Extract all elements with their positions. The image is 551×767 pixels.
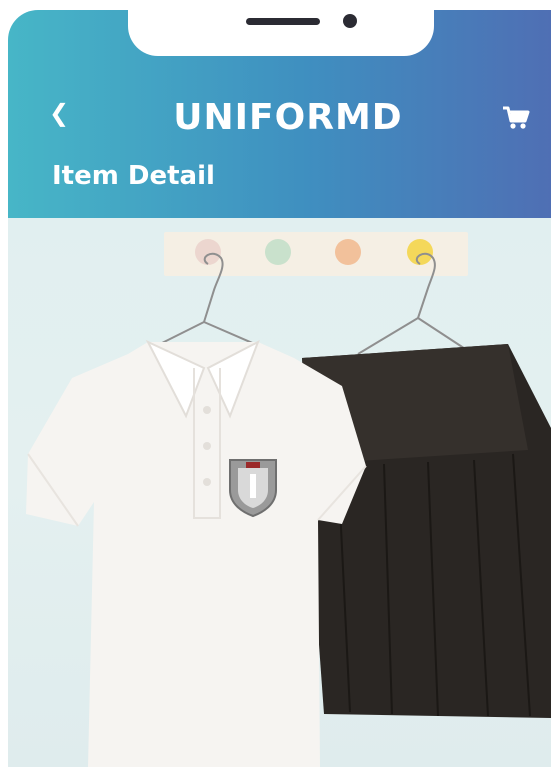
uniform-photo-illustration xyxy=(26,232,551,767)
phone-screen: ❮ UNIFORMD Item Detail xyxy=(0,0,551,767)
page-title: Item Detail xyxy=(52,161,215,191)
school-crest-emblem xyxy=(229,459,277,518)
app-title: UNIFORMD xyxy=(173,97,403,138)
front-camera xyxy=(343,14,357,28)
cart-button[interactable] xyxy=(501,104,531,132)
device-notch xyxy=(128,0,434,56)
back-button[interactable]: ❮ xyxy=(46,98,72,128)
shopping-cart-icon xyxy=(503,106,530,129)
product-image xyxy=(8,218,551,767)
chevron-left-icon: ❮ xyxy=(48,99,70,127)
speaker-grille xyxy=(246,18,320,25)
white-polo-shirt xyxy=(26,339,367,767)
